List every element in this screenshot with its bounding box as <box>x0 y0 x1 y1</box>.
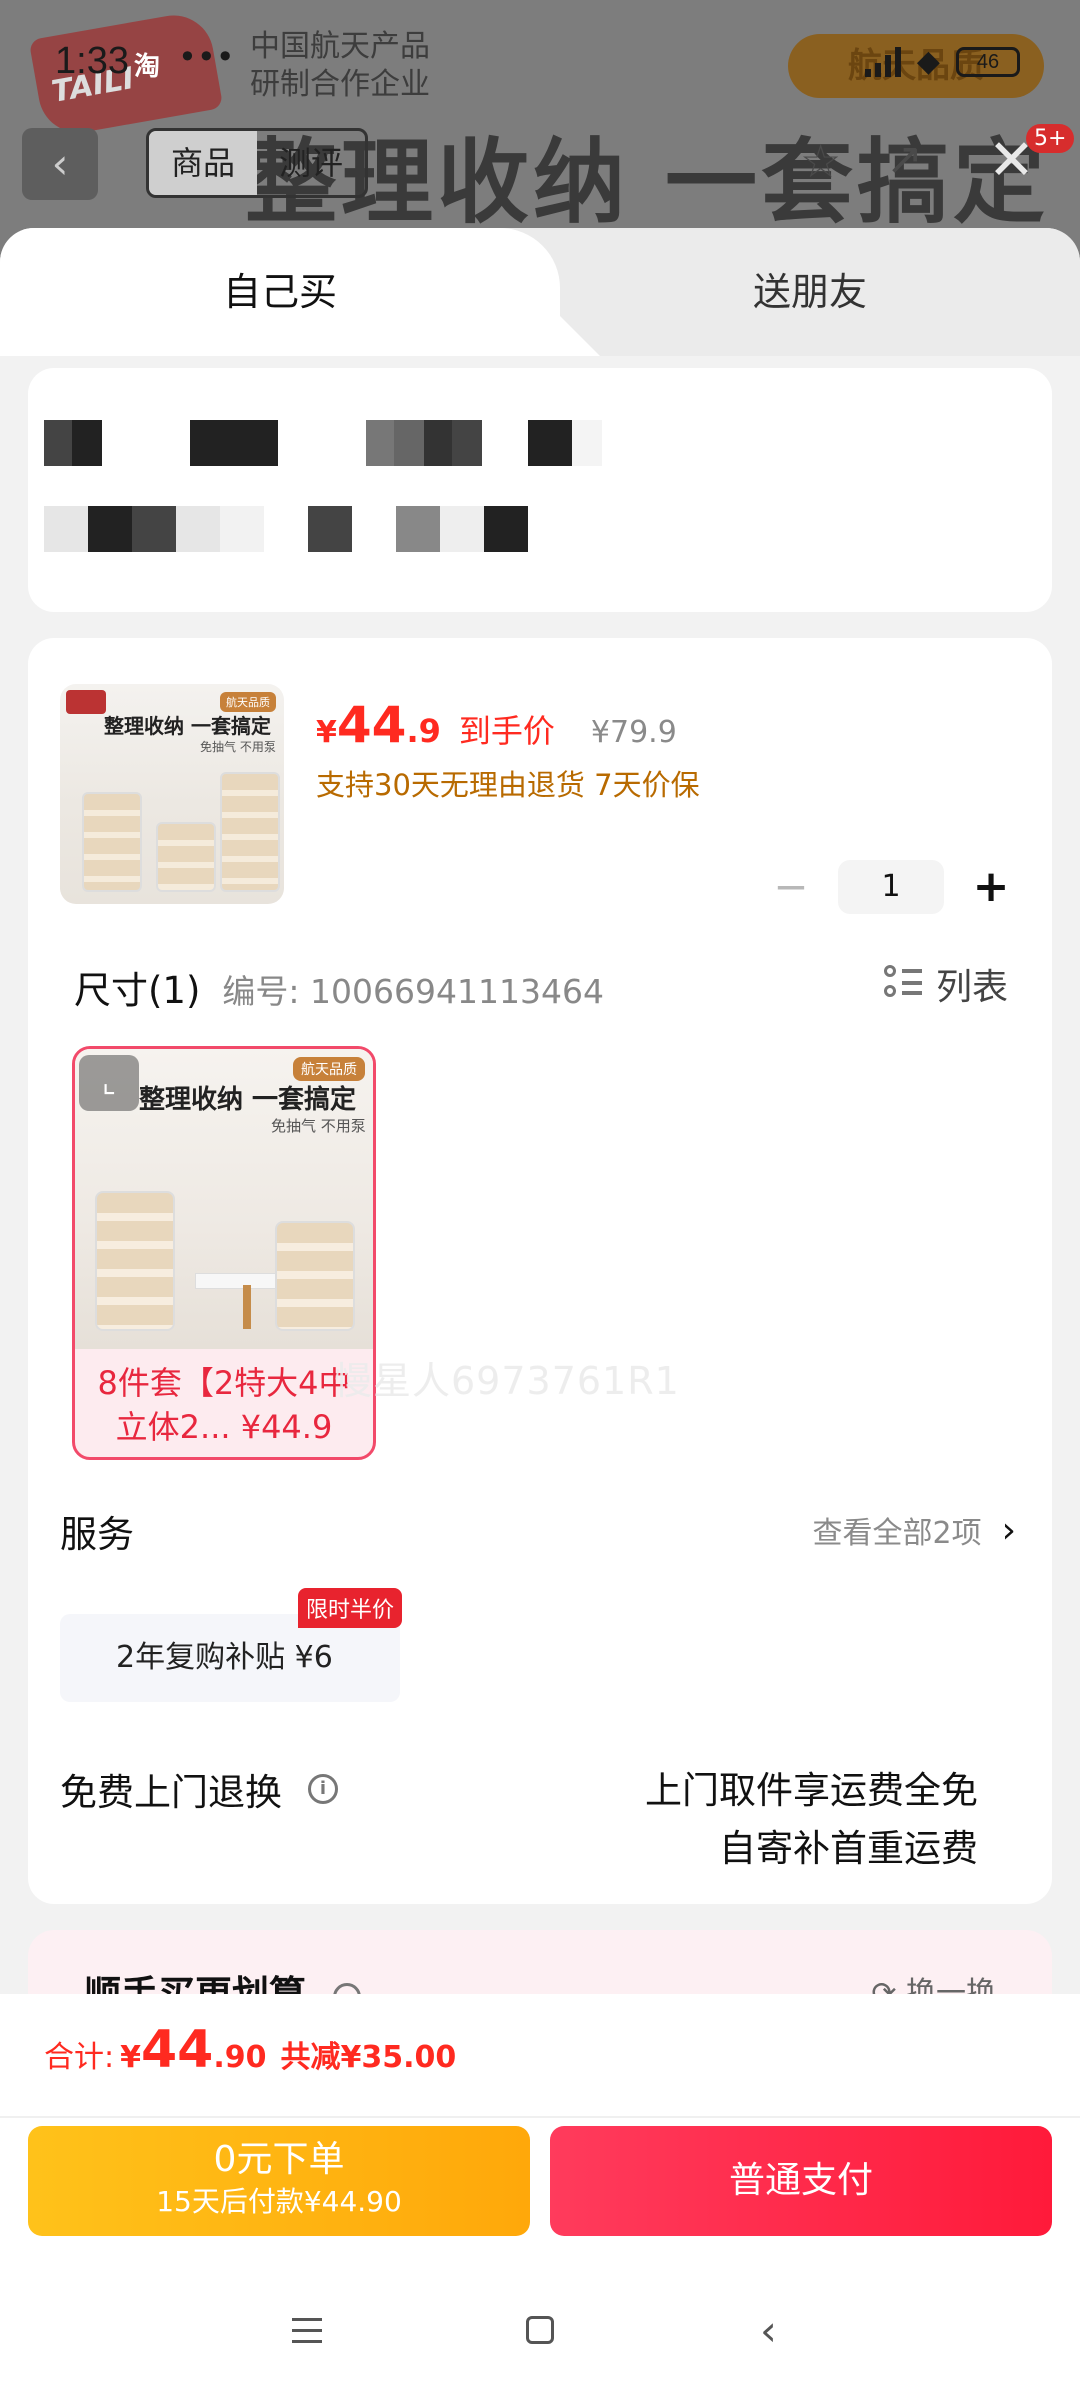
return-desc-line1: 上门取件享运费全免 <box>645 1769 978 1812</box>
tab-gift-friend[interactable]: 送朋友 <box>540 228 1080 356</box>
system-nav-bar: ‹ <box>0 2294 1080 2374</box>
taobao-icon: 淘 <box>134 52 161 82</box>
favorite-icon: ☆ <box>800 134 842 188</box>
thumb-subtitle: 免抽气 不用泵 <box>200 740 276 754</box>
storage-bag-stack <box>156 822 216 892</box>
pay-later-subtitle: 15天后付款¥44.90 <box>156 2185 402 2218</box>
sku-image-title: 整理收纳 一套搞定 <box>139 1085 357 1115</box>
tab-buy-self[interactable]: 自己买 <box>0 228 560 356</box>
storage-bag-stack <box>82 792 142 892</box>
sku-image: ⌞ 航天品质 整理收纳 一套搞定 免抽气 不用泵 <box>75 1049 373 1349</box>
message-count-badge: 5+ <box>1026 124 1075 153</box>
storage-bag-stack <box>220 772 280 892</box>
recent-apps-icon[interactable] <box>292 2318 322 2344</box>
sku-label: 8件套【2特大4中立体2... ¥44.9 <box>97 1364 351 1446</box>
back-icon[interactable]: ‹ <box>760 2306 777 2355</box>
product-thumbnail: 航天品质 整理收纳 一套搞定 免抽气 不用泵 <box>60 684 284 904</box>
zoom-icon[interactable]: ⌞ <box>79 1055 139 1111</box>
quantity-field[interactable]: 1 <box>838 860 944 914</box>
sku-image-subtitle: 免抽气 不用泵 <box>271 1117 366 1135</box>
checkout-bar: 合计: ¥ 44 .90 共减¥35.00 0元下单 15天后付款¥44.90 … <box>0 1994 1080 2400</box>
background-tabs: 商品 测评 <box>146 128 369 198</box>
storage-bag-stack <box>95 1191 175 1331</box>
back-icon: ‹ <box>22 128 98 200</box>
signal-icon <box>864 46 901 77</box>
info-icon[interactable]: i <box>308 1774 338 1804</box>
chevron-right-icon: › <box>1001 1509 1016 1551</box>
view-all-services-label: 查看全部2项 <box>812 1516 982 1551</box>
more-notifications-icon: ••• <box>178 38 235 76</box>
total-decimal: .90 <box>213 2040 267 2075</box>
service-title: 服务 <box>60 1513 134 1556</box>
thumb-quality-tag: 航天品质 <box>220 692 276 712</box>
status-icons: ◆ 46 <box>864 44 1020 79</box>
share-icon: ↗ <box>886 134 923 185</box>
spec-code: 编号: 10066941113464 <box>222 972 604 1011</box>
list-icon <box>883 965 922 1003</box>
watermark: 慢星人6973761R1 <box>334 1359 680 1403</box>
status-bar: 1:33 淘 ••• ◆ 46 <box>0 0 1080 120</box>
storage-bag-stack <box>275 1221 355 1331</box>
price-symbol: ¥ <box>316 715 337 750</box>
normal-pay-button[interactable]: 普通支付 <box>550 2126 1052 2236</box>
thumb-title: 整理收纳 一套搞定 <box>104 714 271 738</box>
pay-later-button[interactable]: 0元下单 15天后付款¥44.90 <box>28 2126 530 2236</box>
spec-title: 尺寸(1) <box>74 969 201 1012</box>
pay-later-title: 0元下单 <box>213 2139 345 2180</box>
free-return-label: 免费上门退换 <box>60 1771 282 1814</box>
quantity-stepper: − 1 + <box>766 860 1016 914</box>
final-price-label: 到手价 <box>458 712 555 750</box>
price-line: ¥ 44 .9 到手价 ¥79.9 <box>316 696 677 754</box>
list-view-button[interactable]: 列表 <box>883 958 1008 1010</box>
spec-header: 尺寸(1) 编号: 10066941113464 <box>74 960 604 1014</box>
total-saving: 共减¥35.00 <box>280 2040 457 2075</box>
background-nav: ‹ 商品 测评 ☆ ↗ ✕ 5+ <box>0 124 1080 208</box>
total-integer: 44 <box>140 2020 214 2080</box>
divider <box>0 2116 1080 2118</box>
address-card[interactable] <box>28 368 1052 612</box>
total-row: 合计: ¥ 44 .90 共减¥35.00 <box>44 2020 456 2080</box>
wifi-icon: ◆ <box>916 44 940 79</box>
view-all-services-link[interactable]: 查看全部2项 › <box>813 1508 1017 1552</box>
free-return-description: 上门取件享运费全免 自寄补首重运费 <box>645 1762 978 1878</box>
price-integer: 44 <box>336 696 407 754</box>
status-time: 1:33 <box>55 40 129 82</box>
sku-option-selected[interactable]: ⌞ 航天品质 整理收纳 一套搞定 免抽气 不用泵 8件套【2特大4中立体2...… <box>72 1046 376 1460</box>
list-view-label: 列表 <box>935 967 1008 1008</box>
limited-half-price-badge: 限时半价 <box>298 1588 403 1628</box>
battery-icon: 46 <box>956 46 1020 77</box>
free-return-title: 免费上门退换 i <box>60 1762 338 1816</box>
original-price: ¥79.9 <box>590 715 677 750</box>
guarantee-text: 支持30天无理由退货 7天价保 <box>316 768 700 802</box>
contact-line-redacted <box>44 506 528 552</box>
table-leg <box>243 1285 251 1329</box>
decrease-quantity-button[interactable]: − <box>766 862 816 912</box>
purchase-mode-tabs: 送朋友 自己买 <box>0 228 1080 356</box>
product-card: 航天品质 整理收纳 一套搞定 免抽气 不用泵 ¥ 44 .9 到手价 ¥79.9… <box>28 638 1052 1904</box>
return-desc-line2: 自寄补首重运费 <box>719 1827 978 1870</box>
total-label: 合计: <box>44 2040 115 2075</box>
brand-logo-mini <box>66 690 106 714</box>
address-line-redacted <box>44 420 602 466</box>
tab-product: 商品 <box>149 131 258 195</box>
sku-quality-tag: 航天品质 <box>293 1057 365 1081</box>
increase-quantity-button[interactable]: + <box>966 862 1016 912</box>
home-icon[interactable] <box>526 2316 554 2344</box>
price-decimal: .9 <box>406 712 441 750</box>
total-symbol: ¥ <box>120 2040 141 2075</box>
tab-review: 测评 <box>279 144 344 182</box>
